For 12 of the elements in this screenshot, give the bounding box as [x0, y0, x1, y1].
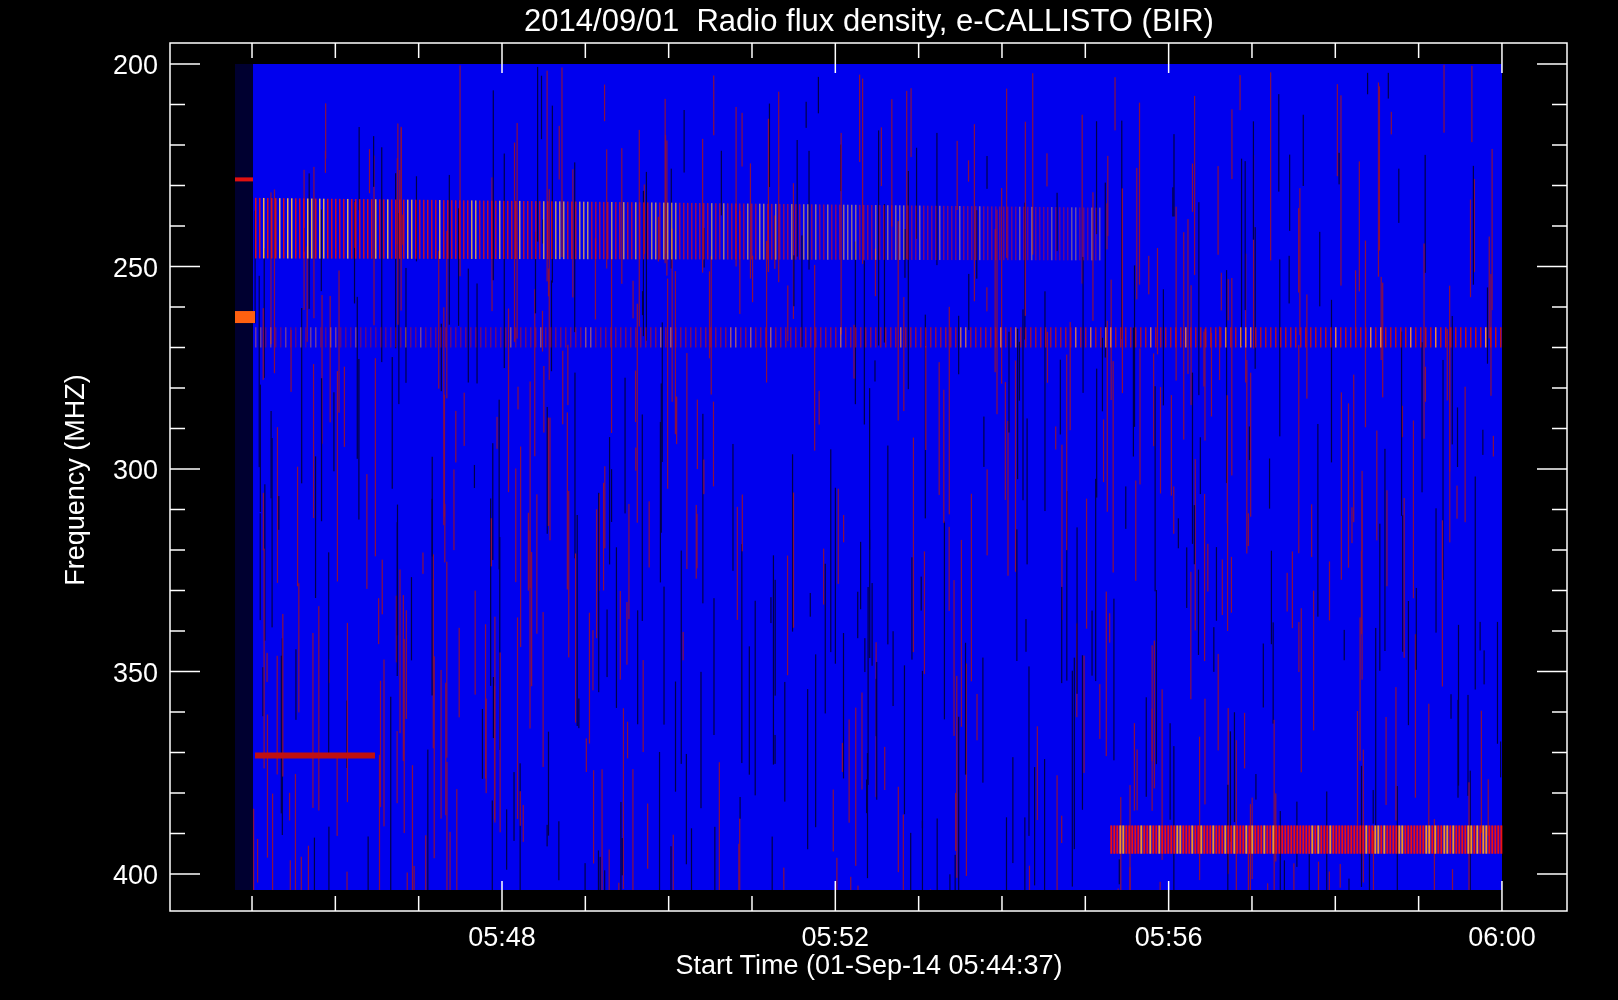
x-axis-label: Start Time (01-Sep-14 05:44:37) [675, 950, 1063, 980]
y-tick-label: 200 [112, 50, 158, 80]
x-tick-label: 06:00 [1468, 922, 1536, 952]
y-tick-label: 400 [112, 860, 158, 890]
y-axis-label: Frequency (MHZ) [60, 374, 90, 586]
y-tick-label: 250 [112, 252, 158, 283]
x-tick-label: 05:52 [801, 922, 870, 952]
y-tick-label: 300 [112, 455, 158, 485]
chart-title: 2014/09/01 Radio flux density, e-CALLISTO (BIR) [524, 3, 1214, 38]
x-tick-label: 05:56 [1134, 922, 1203, 952]
y-tick-label: 350 [112, 657, 158, 688]
x-tick-label: 05:48 [468, 922, 536, 952]
